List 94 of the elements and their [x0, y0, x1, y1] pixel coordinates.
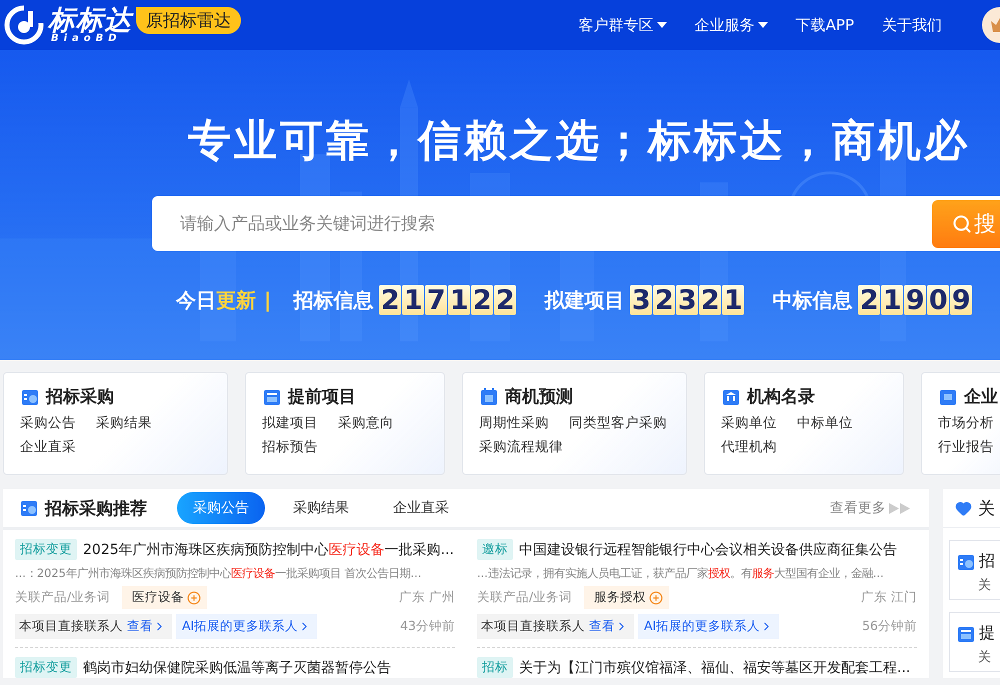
notice-title[interactable]: 关于为【江门市殡仪馆福泽、福仙、福安等墓区开发配套工程...: [519, 658, 910, 676]
slogan: 专业可靠，信赖之选；标标达，商机必: [188, 115, 971, 168]
counter-digit: 1: [881, 285, 904, 315]
nav-link[interactable]: 下载APP: [796, 16, 854, 34]
stat-label: 招标信息: [293, 286, 374, 314]
category-link[interactable]: 周期性采购: [479, 414, 549, 432]
region: 广东 广州: [399, 589, 455, 606]
double-arrow-icon: [889, 502, 911, 514]
counter-digit: 3: [630, 285, 652, 315]
logo-text: 标标达: [48, 6, 132, 34]
plus-icon: [649, 590, 664, 604]
sidebar-card[interactable]: 提 关: [949, 612, 1000, 672]
counter-digit: 2: [653, 285, 676, 315]
tab[interactable]: 采购结果: [277, 492, 365, 524]
search-icon: [952, 214, 972, 234]
category-link[interactable]: 行业报告: [938, 438, 994, 456]
separator: |: [264, 288, 272, 312]
counter-digit: 2: [471, 285, 494, 315]
ai-contacts-link[interactable]: AI拓展的更多联系人: [638, 614, 780, 639]
today-label: 今日: [176, 286, 216, 314]
contact-label: 本项目直接联系人: [19, 618, 123, 635]
category-link[interactable]: 企业直采: [20, 438, 76, 456]
keyword-label: 关联产品/业务词: [15, 589, 110, 606]
counter-digit: 1: [402, 285, 424, 315]
ai-contacts-link[interactable]: AI拓展的更多联系人: [176, 614, 318, 639]
region: 广东 江门: [861, 589, 917, 606]
nav-link[interactable]: 关于我们: [882, 16, 942, 34]
category-link[interactable]: 招标预告: [262, 438, 318, 456]
sidebar-card-title: 招: [979, 551, 995, 572]
notice-title[interactable]: 中国建设银行远程智能银行中心会议相关设备供应商征集公告: [519, 540, 897, 558]
category-link[interactable]: 拟建项目: [262, 414, 318, 432]
sidebar-card[interactable]: 招 关: [949, 540, 1000, 600]
notice-snippet: ...：2025年广州市海珠区疾病预防控制中心医疗设备一批采购项目 首次公告日期...: [15, 566, 422, 581]
panel-title: 招标采购推荐: [45, 498, 147, 520]
caret-icon: [758, 22, 768, 28]
category-link[interactable]: 采购意向: [338, 414, 394, 432]
counter-digit: 7: [425, 285, 448, 315]
counter-digit: 2: [699, 285, 722, 315]
notice-tag: 招标: [477, 657, 513, 678]
sidebar-title: 关: [978, 498, 995, 520]
category-link[interactable]: 采购单位: [721, 414, 777, 432]
plus-icon: [187, 590, 202, 604]
category-link[interactable]: 采购公告: [20, 414, 76, 432]
view-link[interactable]: 查看: [127, 618, 166, 635]
counter-digit: 9: [904, 285, 926, 315]
nav-link[interactable]: 企业服务: [694, 16, 768, 34]
card-title: 商机预测: [505, 386, 573, 408]
sidebar-card-title: 提: [979, 623, 995, 644]
time: 56分钟前: [862, 618, 917, 635]
tab[interactable]: 采购公告: [177, 492, 265, 524]
contact-label: 本项目直接联系人: [481, 618, 585, 635]
view-link[interactable]: 查看: [589, 618, 628, 635]
card-title: 机构名录: [747, 386, 815, 408]
keyword-chip[interactable]: 服务授权: [584, 586, 670, 609]
keyword-label: 关联产品/业务词: [477, 589, 572, 606]
nav-link[interactable]: 客户群专区: [578, 16, 667, 34]
keyword-chip[interactable]: 医疗设备: [122, 586, 208, 609]
logo-subtext: BiaoBD: [51, 34, 123, 44]
notice-title[interactable]: 鹤岗市妇幼保健院采购低温等离子灭菌器暂停公告: [83, 658, 391, 676]
heart-icon: [955, 500, 972, 516]
category-link[interactable]: 代理机构: [721, 438, 777, 456]
sidebar-card-subtitle: 关: [978, 577, 992, 594]
sidebar-card-subtitle: 关: [978, 649, 992, 666]
counter-digit: 2: [858, 285, 880, 315]
counter-digit: 2: [379, 285, 402, 315]
more-link[interactable]: 查看更多: [830, 499, 886, 517]
card-title: 提前项目: [288, 386, 356, 408]
notice-tag: 邀标: [477, 539, 513, 560]
logo-icon: [4, 5, 44, 45]
card-title: 招标采购: [46, 386, 114, 408]
category-link[interactable]: 采购流程规律: [479, 438, 563, 456]
notice-tag: 招标变更: [15, 539, 77, 560]
category-link[interactable]: 中标单位: [797, 414, 853, 432]
counter-digit: 1: [722, 285, 744, 315]
counter-digit: 9: [950, 285, 972, 315]
caret-icon: [656, 22, 667, 28]
card-title: 企业: [964, 386, 998, 408]
calendar-icon: [479, 386, 499, 406]
logo-badge: 原招标雷达: [136, 7, 241, 34]
time: 43分钟前: [400, 618, 455, 635]
category-link[interactable]: 同类型客户采购: [569, 414, 667, 432]
counter-digit: 0: [927, 285, 950, 315]
update-label: 更新: [216, 286, 256, 314]
category-link[interactable]: 采购结果: [96, 414, 152, 432]
notice-tag: 招标变更: [15, 657, 77, 678]
notice-snippet: ...违法记录，拥有实施人员电工证，获产品厂家授权。有服务大型国有企业，金融...: [477, 566, 885, 581]
notice-title[interactable]: 2025年广州市海珠区疾病预防控制中心医疗设备一批采购...: [83, 540, 454, 558]
stat-label: 中标信息: [772, 286, 852, 314]
tab[interactable]: 企业直采: [377, 492, 465, 524]
counter-digit: 1: [448, 285, 470, 315]
counter-digit: 3: [676, 285, 698, 315]
counter-digit: 2: [494, 285, 516, 315]
category-link[interactable]: 市场分析: [938, 414, 994, 432]
stat-label: 拟建项目: [544, 286, 624, 314]
